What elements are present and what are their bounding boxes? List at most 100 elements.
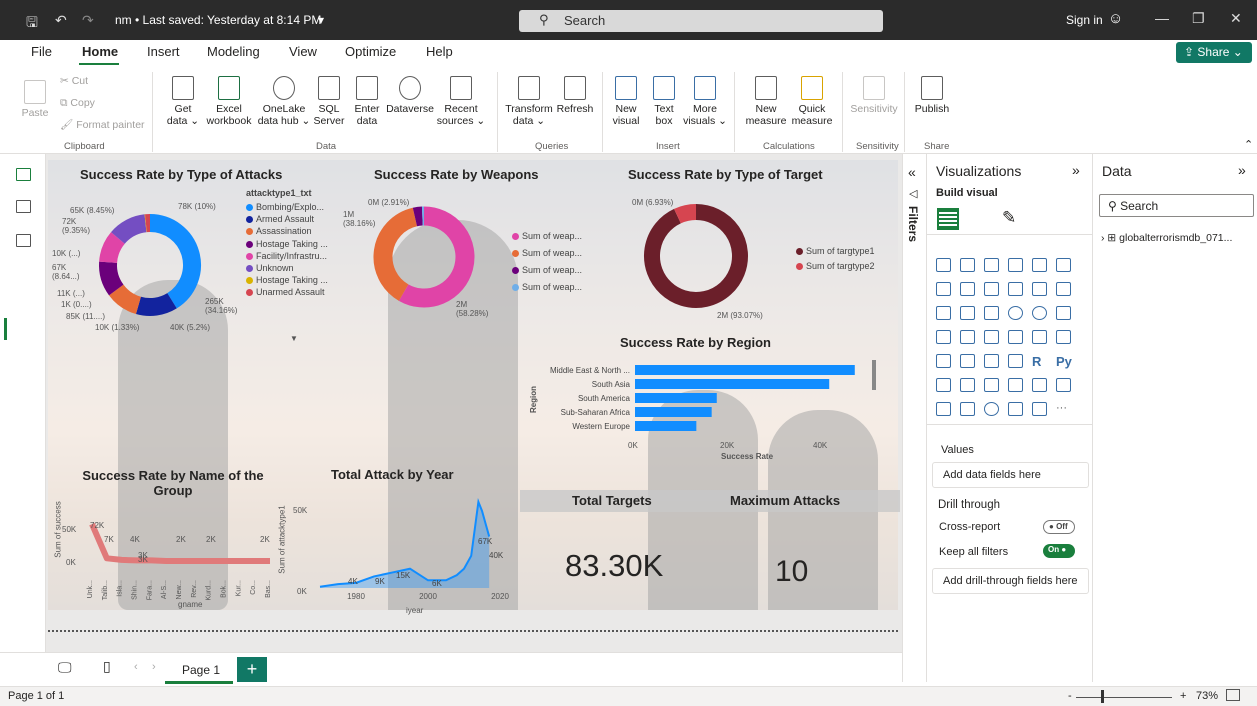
legend-item[interactable]: Unarmed Assault	[246, 286, 328, 298]
donut-slice[interactable]	[135, 292, 177, 316]
attacks-donut-chart[interactable]	[95, 200, 205, 330]
next-page-icon[interactable]: ›	[152, 661, 156, 673]
account-icon[interactable]: ☺	[1108, 10, 1123, 27]
funnel-icon[interactable]	[960, 306, 975, 320]
more-options-icon[interactable]: ···	[1056, 402, 1071, 416]
clustered-column-icon[interactable]	[1008, 258, 1023, 272]
donut-slice[interactable]	[111, 214, 147, 245]
filled-map-icon[interactable]	[960, 330, 975, 344]
key-influencers-icon[interactable]	[936, 378, 951, 392]
add-page-button[interactable]: +	[237, 657, 267, 682]
legend-item[interactable]: Facility/Infrastru...	[246, 250, 328, 262]
power-automate-icon[interactable]	[960, 402, 975, 416]
legend-item[interactable]: Sum of weap...	[512, 279, 582, 296]
100-column-icon[interactable]	[1056, 258, 1071, 272]
table-view-icon[interactable]	[16, 200, 31, 213]
globe-icon[interactable]	[984, 402, 999, 416]
decomposition-tree-icon[interactable]	[960, 378, 975, 392]
desktop-layout-icon[interactable]: 🖵	[58, 659, 72, 676]
azure-map-icon[interactable]	[984, 330, 999, 344]
publish-button[interactable]: Publish	[912, 76, 952, 115]
legend-item[interactable]: Assassination	[246, 225, 328, 237]
tab-optimize[interactable]: Optimize	[345, 44, 396, 59]
prev-page-icon[interactable]: ‹	[134, 661, 138, 673]
new-visual-button[interactable]: New visual	[607, 76, 645, 127]
table-node[interactable]: › ⊞ globalterrorismdb_071...	[1101, 232, 1232, 244]
tab-modeling[interactable]: Modeling	[207, 44, 260, 59]
legend-item[interactable]: Sum of weap...	[512, 228, 582, 245]
mobile-layout-icon[interactable]: ▯	[103, 658, 111, 675]
drill-through-well[interactable]: Add drill-through fields here	[932, 568, 1089, 594]
cross-report-toggle[interactable]: ● Off	[1043, 520, 1075, 534]
gauge-icon[interactable]	[1008, 330, 1023, 344]
year-area-chart[interactable]: 1980 2000 2020 4K 9K 15K 6K 67K 40K	[300, 480, 530, 605]
r-script-icon[interactable]: R	[1032, 354, 1047, 369]
new-measure-button[interactable]: New measure	[742, 76, 790, 127]
stacked-column-icon[interactable]	[960, 258, 975, 272]
tab-file[interactable]: File	[31, 44, 52, 59]
clustered-bar-icon[interactable]	[984, 258, 999, 272]
cut-button[interactable]: ✂ Cut	[60, 75, 88, 87]
enter-data-button[interactable]: Enter data	[350, 76, 384, 127]
format-visual-icon[interactable]: ✎	[1002, 208, 1016, 228]
stacked-bar-icon[interactable]	[936, 258, 951, 272]
chevron-down-icon[interactable]: ▾	[318, 13, 324, 27]
stacked-area-icon[interactable]	[984, 282, 999, 296]
treemap-icon[interactable]	[1056, 306, 1071, 320]
legend-item[interactable]: Hostage Taking ...	[246, 238, 328, 250]
quick-measure-button[interactable]: Quick measure	[788, 76, 836, 127]
filters-pane-collapsed[interactable]: « ◁ Filters	[902, 154, 926, 682]
paginated-report-icon[interactable]	[1056, 378, 1071, 392]
pie-icon[interactable]	[1008, 306, 1023, 320]
keep-filters-toggle[interactable]: On ●	[1043, 544, 1075, 558]
sign-in-link[interactable]: Sign in	[1066, 13, 1103, 27]
recent-sources-button[interactable]: Recent sources ⌄	[436, 76, 486, 127]
matrix-icon[interactable]	[1008, 354, 1023, 368]
multi-row-card-icon[interactable]	[1056, 330, 1071, 344]
collapse-data-icon[interactable]: »	[1238, 162, 1246, 178]
legend-item[interactable]: Hostage Taking ...	[246, 274, 328, 286]
table-visual-icon[interactable]	[984, 354, 999, 368]
search-box[interactable]: ⚲ Search	[519, 10, 883, 32]
tab-home[interactable]: Home	[82, 44, 118, 59]
legend-item[interactable]: Sum of targtype1	[796, 244, 875, 259]
diamond-icon[interactable]	[1008, 402, 1023, 416]
onelake-button[interactable]: OneLake data hub ⌄	[256, 76, 312, 127]
tab-help[interactable]: Help	[426, 44, 453, 59]
legend-item[interactable]: Sum of targtype2	[796, 259, 875, 274]
legend-item[interactable]: Sum of weap...	[512, 262, 582, 279]
share-button[interactable]: ⇪ Share ⌄	[1176, 42, 1252, 63]
region-bar[interactable]	[635, 407, 712, 417]
tab-view[interactable]: View	[289, 44, 317, 59]
donut-slice[interactable]	[149, 214, 201, 309]
region-bar[interactable]	[635, 393, 717, 403]
region-bar[interactable]	[635, 421, 697, 431]
qa-icon[interactable]	[984, 378, 999, 392]
chevron-visual-icon[interactable]	[1032, 402, 1047, 416]
tab-insert[interactable]: Insert	[147, 44, 180, 59]
transform-data-button[interactable]: Transform data ⌄	[503, 76, 555, 127]
region-bar[interactable]	[635, 379, 830, 389]
minimize-icon[interactable]: —	[1155, 10, 1169, 26]
weapons-donut-chart[interactable]	[372, 205, 477, 310]
zoom-in-icon[interactable]: +	[1180, 690, 1186, 702]
collapse-ribbon-icon[interactable]: ⌃	[1244, 138, 1253, 151]
line-clustered-icon[interactable]	[1032, 282, 1047, 296]
donut-slice[interactable]	[412, 206, 423, 227]
goals-icon[interactable]	[1032, 378, 1047, 392]
map-icon[interactable]	[936, 330, 951, 344]
line-column-icon[interactable]	[1008, 282, 1023, 296]
sql-server-button[interactable]: SQL Server	[312, 76, 346, 127]
data-search-input[interactable]: ⚲ Search	[1099, 194, 1254, 217]
redo-icon[interactable]: ↷	[82, 12, 94, 29]
100-bar-icon[interactable]	[1032, 258, 1047, 272]
ribbon-chart-icon[interactable]	[1056, 282, 1071, 296]
format-painter-button[interactable]: 🖌 Format painter	[60, 119, 145, 131]
refresh-button[interactable]: Refresh	[553, 76, 597, 115]
restore-icon[interactable]: ❐	[1192, 10, 1205, 27]
area-chart-icon[interactable]	[960, 282, 975, 296]
zoom-slider[interactable]	[1076, 697, 1172, 698]
filters-label[interactable]: Filters	[906, 206, 920, 242]
scrollbar-thumb[interactable]	[872, 360, 876, 390]
save-icon[interactable]: 🖫	[26, 12, 38, 36]
